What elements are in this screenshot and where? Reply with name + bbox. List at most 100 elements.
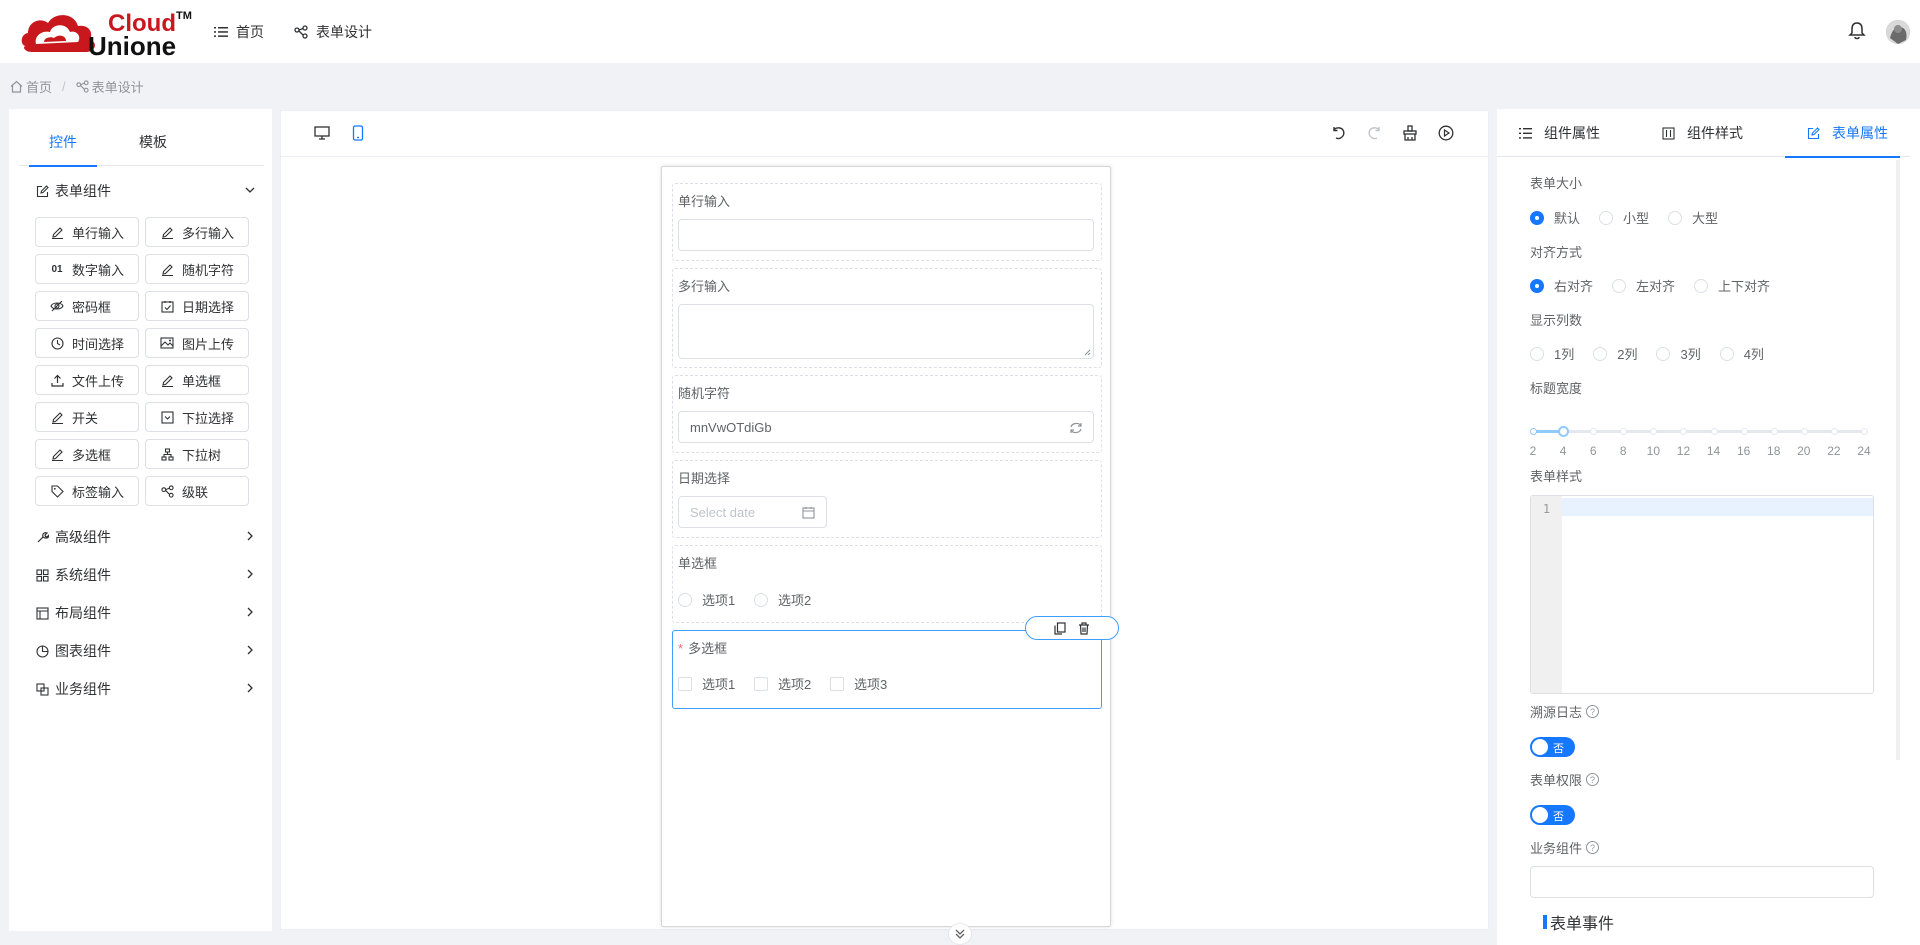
business-component-input[interactable]: [1530, 866, 1874, 898]
slider-stop[interactable]: [1530, 428, 1537, 435]
radio-circle[interactable]: [678, 592, 692, 607]
tab-templates[interactable]: 模板: [139, 118, 167, 166]
checkbox-option-1[interactable]: 选项1: [678, 674, 735, 693]
checkbox-box[interactable]: [678, 676, 692, 691]
columns-option[interactable]: 3列: [1656, 344, 1701, 363]
checkbox-box[interactable]: [754, 676, 768, 691]
radio-option-1[interactable]: 选项1: [678, 590, 735, 609]
control-item[interactable]: 多选框: [35, 439, 139, 469]
form-item-checkbox[interactable]: * 多选框 选项1 选项2 选项3: [672, 616, 1119, 709]
slider-stop[interactable]: [1830, 428, 1838, 435]
copy-icon[interactable]: [1054, 621, 1066, 635]
slider-stop[interactable]: [1740, 428, 1748, 435]
multi-input-textarea[interactable]: [678, 304, 1094, 359]
radio-circle[interactable]: [1694, 278, 1709, 293]
control-item[interactable]: 单选框: [145, 365, 249, 395]
group-system-components[interactable]: 系统组件: [36, 565, 264, 585]
control-item[interactable]: 多行输入: [145, 217, 249, 247]
tab-component-style[interactable]: 组件样式: [1662, 109, 1743, 157]
control-item[interactable]: 开关: [35, 402, 139, 432]
radio-circle[interactable]: [1668, 210, 1683, 225]
form-item-random-string[interactable]: 随机字符 mnVwOTdiGb: [672, 375, 1102, 453]
form-permission-switch[interactable]: 否: [1530, 805, 1575, 825]
checkbox-box[interactable]: [830, 676, 844, 691]
collapse-toggle[interactable]: [948, 923, 972, 945]
control-item[interactable]: 时间选择: [35, 328, 139, 358]
bell-icon[interactable]: [1848, 21, 1866, 41]
align-option[interactable]: 上下对齐: [1694, 276, 1770, 295]
slider-stop[interactable]: [1800, 428, 1808, 435]
slider-stop[interactable]: [1650, 428, 1658, 435]
radio-circle[interactable]: [1530, 278, 1544, 293]
delete-icon[interactable]: [1078, 621, 1090, 635]
control-item[interactable]: 密码框: [35, 291, 139, 321]
group-form-components[interactable]: 表单组件: [36, 181, 264, 201]
control-item[interactable]: 随机字符: [145, 254, 249, 284]
checkbox-option-3[interactable]: 选项3: [830, 674, 887, 693]
radio-circle[interactable]: [1612, 278, 1627, 293]
refresh-icon[interactable]: [1069, 421, 1083, 435]
tab-form-props[interactable]: 表单属性: [1785, 109, 1900, 158]
form-item-date-picker[interactable]: 日期选择 Select date: [672, 460, 1102, 538]
align-option[interactable]: 右对齐: [1530, 276, 1593, 295]
slider-stop[interactable]: [1680, 428, 1688, 435]
group-business-components[interactable]: 业务组件: [36, 679, 264, 699]
form-item-multi-input[interactable]: 多行输入: [672, 268, 1102, 368]
checkbox-option-2[interactable]: 选项2: [754, 674, 811, 693]
trace-log-switch[interactable]: 否: [1530, 737, 1575, 757]
form-size-option[interactable]: 默认: [1530, 208, 1580, 227]
group-chart-components[interactable]: 图表组件: [36, 641, 264, 661]
control-item[interactable]: 级联: [145, 476, 249, 506]
form-item-radio[interactable]: 单选框 选项1 选项2: [672, 545, 1102, 623]
radio-circle[interactable]: [1593, 346, 1608, 361]
user-avatar[interactable]: [1886, 20, 1910, 44]
control-item[interactable]: 日期选择: [145, 291, 249, 321]
preview-button[interactable]: [1437, 124, 1455, 142]
columns-option[interactable]: 4列: [1719, 344, 1764, 363]
control-item[interactable]: 文件上传: [35, 365, 139, 395]
redo-button[interactable]: [1365, 124, 1383, 142]
title-width-slider[interactable]: 2 4 6 8 10 12 14 16 18 20 22 24: [1530, 422, 1871, 458]
group-advanced-components[interactable]: 高级组件: [36, 527, 264, 547]
control-item[interactable]: 01 数字输入: [35, 254, 139, 284]
columns-option[interactable]: 1列: [1530, 344, 1574, 363]
group-layout-components[interactable]: 布局组件: [36, 603, 264, 623]
slider-stop[interactable]: [1590, 428, 1598, 435]
radio-circle[interactable]: [1530, 346, 1544, 361]
slider-handle[interactable]: [1558, 426, 1570, 437]
control-item[interactable]: 图片上传: [145, 328, 249, 358]
clear-button[interactable]: [1401, 124, 1419, 142]
nav-form-design[interactable]: 表单设计: [294, 22, 372, 42]
nav-home[interactable]: 首页: [214, 22, 264, 42]
radio-circle[interactable]: [1530, 210, 1544, 225]
columns-option[interactable]: 2列: [1593, 344, 1637, 363]
radio-circle[interactable]: [1599, 210, 1614, 225]
control-item[interactable]: 下拉树: [145, 439, 249, 469]
slider-stop[interactable]: [1710, 428, 1718, 435]
slider-stop[interactable]: [1861, 428, 1868, 435]
radio-circle[interactable]: [1656, 346, 1671, 361]
form-size-option[interactable]: 小型: [1599, 208, 1649, 227]
brand-logo[interactable]: Cloud TM Unione: [18, 6, 194, 61]
tab-controls[interactable]: 控件: [29, 118, 97, 167]
control-item[interactable]: 下拉选择: [145, 402, 249, 432]
control-item[interactable]: 标签输入: [35, 476, 139, 506]
slider-stop[interactable]: [1620, 428, 1628, 435]
tab-component-props[interactable]: 组件属性: [1519, 109, 1600, 157]
undo-button[interactable]: [1329, 124, 1347, 142]
resize-handle-icon[interactable]: [1084, 349, 1091, 356]
date-picker-field[interactable]: Select date: [678, 496, 827, 528]
properties-scrollbar[interactable]: [1896, 160, 1900, 760]
help-icon[interactable]: ?: [1586, 841, 1600, 854]
help-icon[interactable]: ?: [1586, 773, 1600, 786]
slider-stop[interactable]: [1770, 428, 1778, 435]
form-style-editor[interactable]: 1: [1530, 495, 1874, 694]
breadcrumb-home[interactable]: 首页: [10, 77, 52, 96]
help-icon[interactable]: ?: [1586, 705, 1600, 718]
single-input-field[interactable]: [678, 219, 1094, 251]
slider-rail[interactable]: [1533, 430, 1864, 433]
form-size-option[interactable]: 大型: [1668, 208, 1718, 227]
desktop-view-button[interactable]: [313, 124, 331, 142]
align-option[interactable]: 左对齐: [1612, 276, 1675, 295]
mobile-view-button[interactable]: [349, 124, 367, 142]
